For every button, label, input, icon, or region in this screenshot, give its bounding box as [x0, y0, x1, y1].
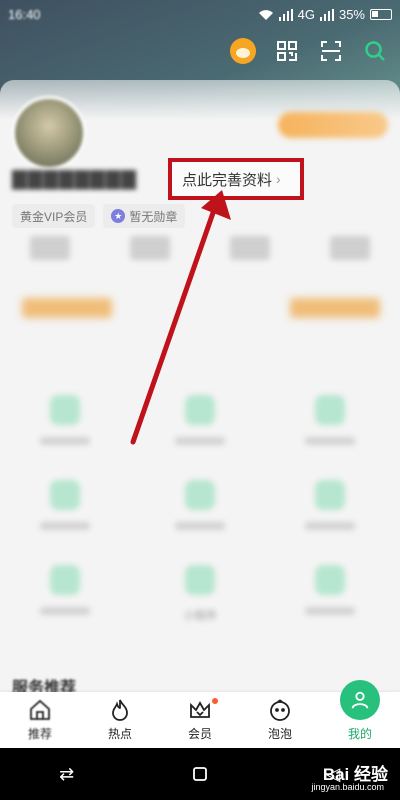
mascot-icon[interactable] [230, 38, 256, 64]
complete-profile-label: 点此完善资料 [182, 171, 273, 189]
qr-code-icon[interactable] [274, 38, 300, 64]
status-bar: 16:40 4G 35% [0, 0, 400, 30]
watermark-url: jingyan.baidu.com [311, 782, 384, 792]
grid-cell[interactable] [295, 565, 365, 615]
notification-dot [212, 698, 218, 704]
stat-item[interactable] [330, 236, 370, 260]
nav-label: 我的 [347, 727, 372, 741]
switch-apps-icon[interactable]: ⇄ [47, 759, 87, 789]
top-toolbar [230, 38, 388, 64]
promo-card-blurred[interactable] [22, 298, 112, 318]
medal-badge-label: 暂无勋章 [129, 209, 178, 224]
grid-cell[interactable] [30, 395, 100, 445]
grid-cell[interactable] [165, 480, 235, 530]
crown-icon [190, 701, 210, 718]
wifi-icon [258, 9, 273, 20]
nav-item-bubble[interactable]: 泡泡 [240, 692, 320, 748]
user-icon [351, 691, 369, 709]
stat-item[interactable] [230, 236, 270, 260]
stat-item[interactable] [30, 236, 70, 260]
battery-icon [370, 9, 392, 20]
home-square-icon[interactable] [180, 759, 220, 789]
grid-cell[interactable] [30, 480, 100, 530]
nav-label: 泡泡 [267, 727, 292, 741]
nav-label: 热点 [107, 727, 132, 741]
promo-card-blurred[interactable] [290, 298, 380, 318]
vip-badge[interactable]: 黄金VIP会员 [12, 204, 96, 228]
bottom-nav: 推荐 热点 会员 泡泡 我的 [0, 680, 400, 748]
nav-item-hot[interactable]: 热点 [80, 692, 160, 748]
active-tab-circle [340, 680, 380, 720]
nav-label: 会员 [187, 727, 212, 741]
grid-cell[interactable]: 小程序 [165, 565, 235, 623]
chevron-right-icon: › [276, 171, 281, 187]
badge-row: 黄金VIP会员 ★ 暂无勋章 [12, 204, 186, 228]
battery-percent: 35% [338, 7, 365, 22]
avatar[interactable] [12, 96, 86, 170]
status-icons: 4G 35% [258, 7, 392, 22]
complete-profile-link[interactable]: 点此完善资料 › [168, 158, 304, 200]
signal-icon-2 [319, 8, 334, 21]
signal-icon [278, 8, 293, 21]
fire-icon [112, 699, 128, 721]
star-icon: ★ [111, 209, 126, 223]
network-type: 4G [297, 7, 315, 22]
stat-item[interactable] [130, 236, 170, 260]
nav-label: 推荐 [27, 727, 52, 741]
home-icon [30, 699, 50, 720]
grid-cell[interactable] [295, 480, 365, 530]
nav-item-mine[interactable]: 我的 [320, 680, 400, 748]
vip-badge-label: 黄金VIP会员 [20, 209, 88, 224]
search-icon[interactable] [362, 38, 388, 64]
grid-cell[interactable] [30, 565, 100, 615]
bubble-icon [270, 699, 290, 721]
nav-item-member[interactable]: 会员 [160, 692, 240, 748]
username-blurred: ▇▇▇▇▇▇▇▇ [12, 169, 137, 190]
grid-cell[interactable] [165, 395, 235, 445]
status-time: 16:40 [8, 7, 41, 22]
nav-item-recommend[interactable]: 推荐 [0, 692, 80, 748]
vip-promo-pill[interactable] [278, 112, 388, 138]
scan-icon[interactable] [318, 38, 344, 64]
medal-badge[interactable]: ★ 暂无勋章 [103, 204, 186, 228]
grid-cell-label: 小程序 [183, 610, 217, 622]
grid-cell[interactable] [295, 395, 365, 445]
stats-row-blurred [0, 236, 400, 276]
